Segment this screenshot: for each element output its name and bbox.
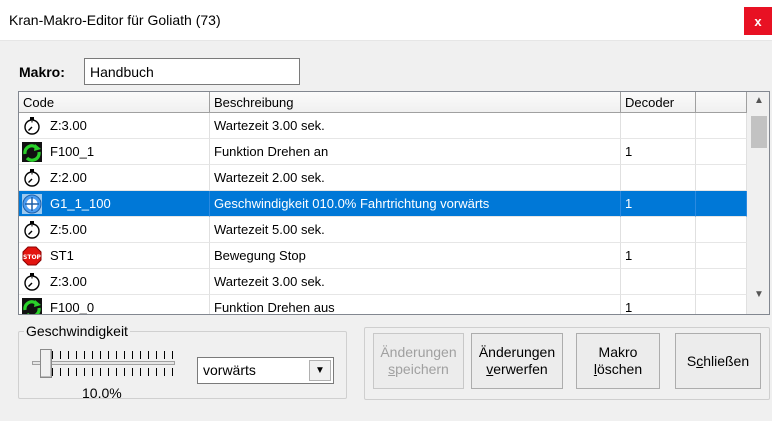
title-bar: Kran-Makro-Editor für Goliath (73) x	[0, 0, 772, 41]
description-cell: Funktion Drehen aus	[210, 295, 621, 314]
table-row[interactable]: G1_1_100 Geschwindigkeit 010.0% Fahrtrich…	[19, 191, 747, 217]
rotate-function-icon	[22, 297, 42, 314]
code-cell: Z:3.00	[19, 269, 210, 295]
direction-select[interactable]: vorwärts ▼	[197, 357, 334, 384]
code-text: Z:3.00	[50, 274, 87, 289]
code-text: Z:2.00	[50, 170, 87, 185]
speed-percent: 10.0%	[82, 385, 122, 401]
code-text: ST1	[50, 248, 74, 263]
description-cell: Bewegung Stop	[210, 243, 621, 269]
code-cell: Z:3.00	[19, 113, 210, 139]
decoder-cell: 1	[621, 191, 696, 217]
discard-changes-button[interactable]: Änderungen verwerfen	[471, 333, 563, 389]
vertical-scrollbar[interactable]: ▲ ▼	[747, 92, 769, 314]
code-text: G1_1_100	[50, 196, 111, 211]
column-header-decoder[interactable]: Decoder	[621, 92, 696, 113]
macro-steps-grid[interactable]: Code Beschreibung Decoder Z:3.00 Wartezei…	[18, 91, 770, 315]
save-changes-button[interactable]: Änderungen speichern	[373, 333, 464, 389]
slider-ticks-top	[52, 351, 174, 359]
grid-header: Code Beschreibung Decoder	[19, 92, 747, 113]
table-row[interactable]: Z:3.00 Wartezeit 3.00 sek.	[19, 113, 747, 139]
slider-knob[interactable]	[40, 349, 52, 378]
column-header-description[interactable]: Beschreibung	[210, 92, 621, 113]
code-text: Z:5.00	[50, 222, 87, 237]
delete-macro-button[interactable]: Makro löschen	[576, 333, 660, 389]
grid-body: Code Beschreibung Decoder Z:3.00 Wartezei…	[19, 92, 747, 314]
table-row[interactable]: F100_0 Funktion Drehen aus 1	[19, 295, 747, 314]
decoder-cell: 1	[621, 295, 696, 314]
speed-group-label: Geschwindigkeit	[24, 323, 130, 339]
table-row[interactable]: F100_1 Funktion Drehen an 1	[19, 139, 747, 165]
macro-name-input[interactable]	[84, 58, 300, 85]
window-title: Kran-Makro-Editor für Goliath (73)	[9, 12, 221, 28]
code-cell: F100_1	[19, 139, 210, 165]
stopwatch-icon	[22, 220, 42, 240]
empty-cell	[696, 295, 747, 314]
table-row[interactable]: STOP ST1 Bewegung Stop 1	[19, 243, 747, 269]
empty-cell	[696, 191, 747, 217]
decoder-cell	[621, 113, 696, 139]
code-cell: G1_1_100	[19, 191, 210, 217]
code-cell: STOP ST1	[19, 243, 210, 269]
description-cell: Funktion Drehen an	[210, 139, 621, 165]
scrollbar-thumb[interactable]	[751, 116, 767, 148]
speed-slider[interactable]	[32, 347, 175, 380]
description-cell: Wartezeit 3.00 sek.	[210, 269, 621, 295]
scroll-up-icon[interactable]: ▲	[748, 95, 769, 112]
decoder-cell	[621, 165, 696, 191]
code-cell: Z:5.00	[19, 217, 210, 243]
empty-cell	[696, 269, 747, 295]
empty-cell	[696, 139, 747, 165]
code-text: Z:3.00	[50, 118, 87, 133]
decoder-cell: 1	[621, 243, 696, 269]
code-text: F100_1	[50, 144, 95, 159]
code-cell: Z:2.00	[19, 165, 210, 191]
scroll-down-icon[interactable]: ▼	[748, 289, 769, 306]
stopwatch-icon	[22, 272, 42, 292]
code-cell: F100_0	[19, 295, 210, 314]
description-cell: Wartezeit 2.00 sek.	[210, 165, 621, 191]
column-header-code[interactable]: Code	[19, 92, 210, 113]
column-header-empty[interactable]	[696, 92, 747, 113]
close-window-button[interactable]: x	[744, 7, 772, 35]
code-text: F100_0	[50, 300, 95, 314]
empty-cell	[696, 217, 747, 243]
direction-value: vorwärts	[203, 362, 256, 378]
close-button[interactable]: Schließen	[675, 333, 761, 389]
slider-rail	[32, 361, 175, 365]
macro-label: Makro:	[19, 64, 65, 80]
table-row[interactable]: Z:2.00 Wartezeit 2.00 sek.	[19, 165, 747, 191]
stop-sign-icon: STOP	[22, 246, 42, 266]
svg-text:STOP: STOP	[23, 254, 42, 261]
decoder-cell	[621, 269, 696, 295]
empty-cell	[696, 243, 747, 269]
table-row[interactable]: Z:3.00 Wartezeit 3.00 sek.	[19, 269, 747, 295]
description-cell: Wartezeit 5.00 sek.	[210, 217, 621, 243]
stopwatch-icon	[22, 116, 42, 136]
decoder-cell: 1	[621, 139, 696, 165]
description-cell: Geschwindigkeit 010.0% Fahrtrichtung vor…	[210, 191, 621, 217]
stopwatch-icon	[22, 168, 42, 188]
empty-cell	[696, 113, 747, 139]
slider-ticks-bottom	[52, 368, 174, 376]
rotate-function-icon	[22, 141, 42, 162]
description-cell: Wartezeit 3.00 sek.	[210, 113, 621, 139]
close-icon: x	[754, 13, 762, 29]
decoder-cell	[621, 217, 696, 243]
table-row[interactable]: Z:5.00 Wartezeit 5.00 sek.	[19, 217, 747, 243]
speed-direction-icon	[22, 193, 42, 214]
empty-cell	[696, 165, 747, 191]
dropdown-arrow-icon[interactable]: ▼	[309, 360, 331, 381]
